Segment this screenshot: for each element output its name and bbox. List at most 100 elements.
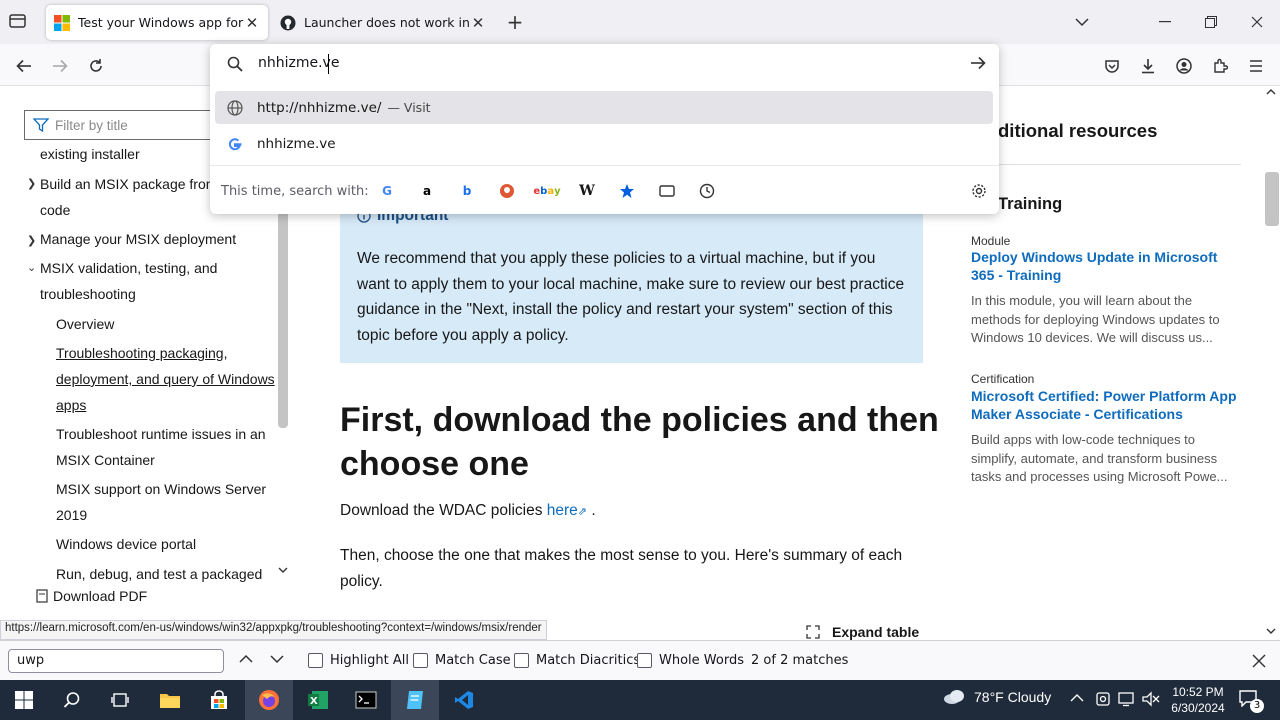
bookmarks-star-icon[interactable] <box>615 179 639 203</box>
toc-scroll-down-arrow[interactable] <box>278 566 288 574</box>
chevron-down-icon <box>270 655 284 664</box>
volume-muted-icon[interactable] <box>1142 691 1160 707</box>
taskbar: X 78°F Cloudy 10:52 PM 6/30/2024 3 <box>0 680 1280 720</box>
download-pdf-link[interactable]: Download PDF <box>36 588 147 604</box>
duckduckgo-icon[interactable] <box>495 179 519 203</box>
suggestion-visit-url[interactable]: http://nhhizme.ve/ — Visit <box>215 91 993 124</box>
toc-item[interactable]: Run, debug, and test a packaged <box>56 561 262 586</box>
filter-by-title-input[interactable]: Filter by title <box>24 110 224 140</box>
suggestion-url: http://nhhizme.ve/ <box>257 99 382 116</box>
suggestion-action: — Visit <box>387 100 431 115</box>
notifications-button[interactable]: 3 <box>1238 689 1264 713</box>
tab-list-button[interactable] <box>8 12 30 32</box>
history-clock-icon[interactable] <box>695 179 719 203</box>
task-view-button[interactable] <box>96 680 144 720</box>
find-next-button[interactable] <box>270 654 284 664</box>
amazon-icon[interactable]: a <box>415 179 439 203</box>
match-diacritics-checkbox[interactable]: Match Diacritics <box>514 653 640 668</box>
chevron-right-icon[interactable]: ❯ <box>27 177 36 190</box>
toc-item[interactable]: MSIX support on Windows Server 2019 <box>56 476 276 528</box>
close-tab-icon[interactable]: ✕ <box>470 15 486 31</box>
show-hidden-icons-button[interactable] <box>1070 693 1084 703</box>
resource-link[interactable]: Deploy Windows Update in Microsoft 365 -… <box>971 248 1241 284</box>
toc-item[interactable]: Windows device portal <box>56 531 196 557</box>
toc-item[interactable]: MSIX validation, testing, and troublesho… <box>40 255 270 307</box>
meet-now-icon[interactable] <box>1095 691 1111 707</box>
back-button[interactable] <box>10 52 38 80</box>
reload-button[interactable] <box>82 52 110 80</box>
reload-icon <box>90 59 102 72</box>
excel-taskbar-button[interactable]: X <box>294 680 342 720</box>
go-button[interactable] <box>970 56 986 70</box>
list-all-tabs-button[interactable] <box>1067 8 1097 36</box>
page-scroll-down-arrow[interactable] <box>1266 627 1276 635</box>
close-find-bar-button[interactable] <box>1252 654 1266 668</box>
toc-item[interactable]: Troubleshoot runtime issues in an MSIX C… <box>56 421 276 473</box>
search-with-label: This time, search with: <box>221 184 369 199</box>
bing-icon[interactable]: b <box>455 179 479 203</box>
whole-words-checkbox[interactable]: Whole Words <box>637 653 744 668</box>
address-bar-dropdown: nhhizme.ve http://nhhizme.ve/ — Visit nh… <box>210 44 999 214</box>
weather-widget[interactable]: 78°F Cloudy <box>942 689 1051 705</box>
suggestion-search[interactable]: nhhizme.ve <box>215 127 993 160</box>
search-icon <box>227 56 243 72</box>
menu-button[interactable] <box>1242 52 1270 80</box>
toc-item-label: apps <box>56 397 87 413</box>
notepad-taskbar-button[interactable] <box>391 680 439 720</box>
extensions-button[interactable] <box>1206 52 1234 80</box>
minimize-button[interactable] <box>1150 8 1180 36</box>
training-heading: Training <box>998 195 1063 213</box>
highlight-all-checkbox[interactable]: Highlight All <box>308 653 409 668</box>
tabs-icon[interactable] <box>655 179 679 203</box>
page-scrollbar-thumb[interactable] <box>1265 172 1279 226</box>
suggestion-text: nhhizme.ve <box>257 135 336 152</box>
firefox-taskbar-button[interactable] <box>245 680 293 720</box>
highlight-all-label: Highlight All <box>330 653 409 668</box>
firefox-icon <box>259 690 279 710</box>
pocket-button[interactable] <box>1098 52 1126 80</box>
toc-item-current[interactable]: Troubleshooting packaging, deployment, a… <box>56 340 278 418</box>
filter-icon <box>33 118 49 132</box>
close-tab-icon[interactable]: ✕ <box>244 15 260 31</box>
toc-scrollbar-thumb[interactable] <box>278 208 288 428</box>
toc-item-label: MSIX validation, testing, and <box>40 260 218 276</box>
chevron-right-icon[interactable]: ❯ <box>27 234 36 247</box>
clock[interactable]: 10:52 PM 6/30/2024 <box>1160 684 1236 716</box>
forward-button[interactable] <box>46 52 74 80</box>
toc-item[interactable]: Overview <box>56 311 114 337</box>
taskbar-search-button[interactable] <box>48 680 96 720</box>
search-engine-row: This time, search with: G a b ebay W <box>210 165 999 214</box>
google-icon <box>227 136 257 152</box>
toc-item[interactable]: Build an MSIX package from code <box>40 171 230 223</box>
chevron-down-icon[interactable]: ⌄ <box>27 261 36 274</box>
match-case-checkbox[interactable]: Match Case <box>413 653 511 668</box>
toc-item[interactable]: existing installer <box>40 141 140 167</box>
find-previous-button[interactable] <box>239 654 253 664</box>
toc-item-label: MSIX support on Windows Server <box>56 481 267 497</box>
here-link[interactable]: here⇗ <box>547 502 587 519</box>
account-button[interactable] <box>1170 52 1198 80</box>
downloads-button[interactable] <box>1134 52 1162 80</box>
expand-table-button[interactable]: Expand table <box>806 624 919 640</box>
close-window-button[interactable] <box>1242 8 1272 36</box>
new-tab-button[interactable]: + <box>504 10 526 34</box>
start-button[interactable] <box>0 680 48 720</box>
search-settings-gear-icon[interactable] <box>967 179 991 203</box>
page-scroll-up-arrow[interactable] <box>1266 88 1276 96</box>
terminal-taskbar-button[interactable] <box>342 680 390 720</box>
google-icon[interactable]: G <box>375 179 399 203</box>
chevron-up-icon <box>239 654 253 663</box>
vscode-taskbar-button[interactable] <box>440 680 488 720</box>
network-icon[interactable] <box>1118 691 1136 707</box>
wikipedia-icon[interactable]: W <box>575 179 599 203</box>
restore-button[interactable] <box>1196 8 1226 36</box>
file-explorer-button[interactable] <box>146 680 194 720</box>
find-input[interactable]: uwp <box>8 649 224 673</box>
toc-item[interactable]: Manage your MSIX deployment <box>40 226 236 252</box>
tab-inactive[interactable]: Launcher does not work in 21H ✕ <box>272 5 494 40</box>
store-button[interactable] <box>195 680 243 720</box>
ebay-icon[interactable]: ebay <box>533 179 560 203</box>
resource-link[interactable]: Microsoft Certified: Power Platform App … <box>971 387 1241 423</box>
tab-active[interactable]: Test your Windows app for Win ✕ <box>46 5 268 40</box>
resource-description: In this module, you will learn about the… <box>971 293 1220 345</box>
